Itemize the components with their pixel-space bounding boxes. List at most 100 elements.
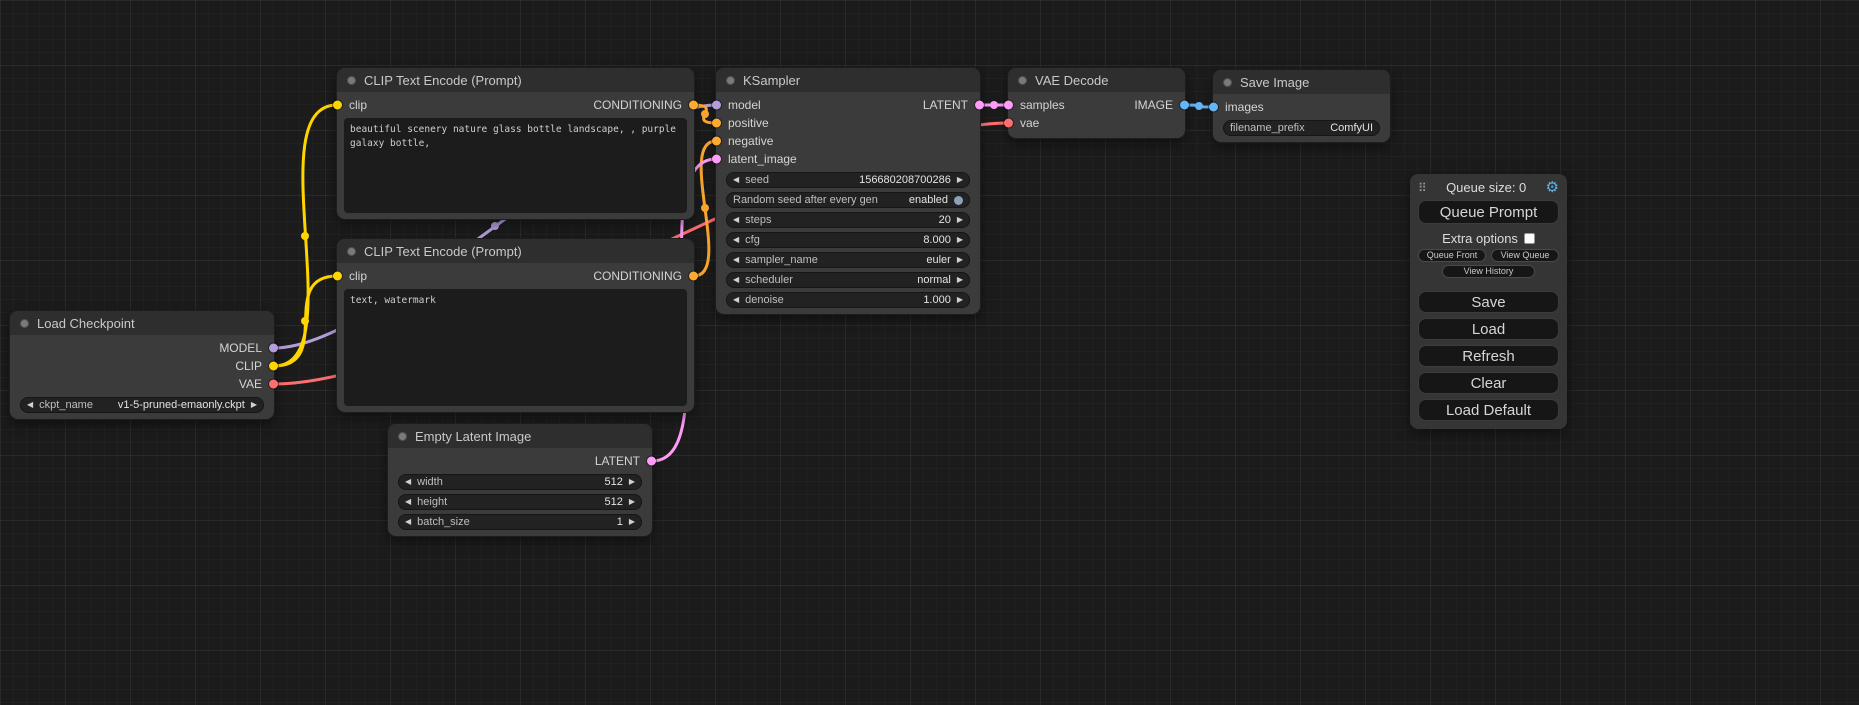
conditioning-output-dot[interactable] xyxy=(689,101,698,110)
widget-label: height xyxy=(417,496,447,508)
node-title-bar[interactable]: Load Checkpoint xyxy=(10,311,274,335)
load-button[interactable]: Load xyxy=(1418,318,1559,340)
node-title: Load Checkpoint xyxy=(37,316,135,331)
clear-button[interactable]: Clear xyxy=(1418,372,1559,394)
output-slot-label: LATENT xyxy=(923,98,968,112)
node-title-bar[interactable]: Empty Latent Image xyxy=(388,424,652,448)
node-title-bar[interactable]: VAE Decode xyxy=(1008,68,1185,92)
filename-prefix-widget[interactable]: filename_prefix ComfyUI xyxy=(1223,120,1380,136)
slot-row: samples IMAGE xyxy=(1008,96,1185,114)
extra-options-checkbox[interactable] xyxy=(1524,233,1535,244)
graph-canvas[interactable]: { "icons": { "combo_left": "◀", "combo_r… xyxy=(0,0,1859,705)
input-slot-label: negative xyxy=(728,134,773,148)
combo-left-arrow-icon[interactable]: ◀ xyxy=(733,256,739,264)
denoise-widget[interactable]: ◀ denoise 1.000 ▶ xyxy=(726,292,970,308)
clip-output-dot[interactable] xyxy=(269,362,278,371)
widget-label: scheduler xyxy=(745,274,793,286)
decrement-arrow-icon[interactable]: ◀ xyxy=(733,216,739,224)
model-input-dot[interactable] xyxy=(712,101,721,110)
combo-right-arrow-icon[interactable]: ▶ xyxy=(957,276,963,284)
decrement-arrow-icon[interactable]: ◀ xyxy=(733,236,739,244)
link-midpoint-dot xyxy=(701,110,709,118)
latent-output-dot[interactable] xyxy=(975,101,984,110)
node-clip-text-encode-negative[interactable]: CLIP Text Encode (Prompt) clip CONDITION… xyxy=(337,239,694,412)
load-default-button[interactable]: Load Default xyxy=(1418,399,1559,421)
view-history-button[interactable]: View History xyxy=(1442,265,1535,278)
increment-arrow-icon[interactable]: ▶ xyxy=(957,236,963,244)
latent-image-input-dot[interactable] xyxy=(712,155,721,164)
image-output-dot[interactable] xyxy=(1180,101,1189,110)
decrement-arrow-icon[interactable]: ◀ xyxy=(405,498,411,506)
positive-prompt-textarea[interactable]: beautiful scenery nature glass bottle la… xyxy=(344,118,687,213)
node-ksampler[interactable]: KSampler model LATENT positive negative … xyxy=(716,68,980,314)
batch-size-widget[interactable]: ◀ batch_size 1 ▶ xyxy=(398,514,642,530)
link-midpoint-dot xyxy=(1195,102,1203,110)
output-slot-label: CONDITIONING xyxy=(593,98,682,112)
increment-arrow-icon[interactable]: ▶ xyxy=(629,478,635,486)
node-save-image[interactable]: Save Image images filename_prefix ComfyU… xyxy=(1213,70,1390,142)
steps-widget[interactable]: ◀ steps 20 ▶ xyxy=(726,212,970,228)
widget-value: 1 xyxy=(617,516,623,528)
settings-gear-icon[interactable]: ⚙ xyxy=(1546,180,1559,195)
node-title-bar[interactable]: CLIP Text Encode (Prompt) xyxy=(337,239,694,263)
node-title-bar[interactable]: Save Image xyxy=(1213,70,1390,94)
view-queue-button[interactable]: View Queue xyxy=(1491,249,1559,262)
combo-left-arrow-icon[interactable]: ◀ xyxy=(27,401,33,409)
decrement-arrow-icon[interactable]: ◀ xyxy=(405,518,411,526)
input-slot-label: vae xyxy=(1020,116,1039,130)
increment-arrow-icon[interactable]: ▶ xyxy=(957,216,963,224)
node-vae-decode[interactable]: VAE Decode samples IMAGE vae xyxy=(1008,68,1185,138)
samples-input-dot[interactable] xyxy=(1004,101,1013,110)
vae-input-dot[interactable] xyxy=(1004,119,1013,128)
clip-input-dot[interactable] xyxy=(333,101,342,110)
node-clip-text-encode-positive[interactable]: CLIP Text Encode (Prompt) clip CONDITION… xyxy=(337,68,694,219)
output-slot-vae: VAE xyxy=(10,375,274,393)
seed-widget[interactable]: ◀ seed 156680208700286 ▶ xyxy=(726,172,970,188)
refresh-button[interactable]: Refresh xyxy=(1418,345,1559,367)
widget-value: 512 xyxy=(604,476,622,488)
combo-right-arrow-icon[interactable]: ▶ xyxy=(957,256,963,264)
clip-input-dot[interactable] xyxy=(333,272,342,281)
widget-value: enabled xyxy=(909,194,948,206)
width-widget[interactable]: ◀ width 512 ▶ xyxy=(398,474,642,490)
decrement-arrow-icon[interactable]: ◀ xyxy=(733,296,739,304)
input-slot-label: clip xyxy=(349,98,367,112)
link-clip-positive xyxy=(274,105,337,366)
positive-input-dot[interactable] xyxy=(712,119,721,128)
random-seed-toggle[interactable]: Random seed after every gen enabled xyxy=(726,192,970,208)
increment-arrow-icon[interactable]: ▶ xyxy=(629,498,635,506)
decrement-arrow-icon[interactable]: ◀ xyxy=(405,478,411,486)
vae-output-dot[interactable] xyxy=(269,380,278,389)
combo-left-arrow-icon[interactable]: ◀ xyxy=(733,276,739,284)
queue-front-button[interactable]: Queue Front xyxy=(1418,249,1486,262)
negative-prompt-textarea[interactable]: text, watermark xyxy=(344,289,687,406)
node-title-bar[interactable]: CLIP Text Encode (Prompt) xyxy=(337,68,694,92)
node-load-checkpoint[interactable]: Load Checkpoint MODEL CLIP VAE ◀ ckpt_na… xyxy=(10,311,274,419)
node-status-dot xyxy=(1223,78,1232,87)
increment-arrow-icon[interactable]: ▶ xyxy=(957,176,963,184)
negative-input-dot[interactable] xyxy=(712,137,721,146)
link-midpoint-dot xyxy=(701,204,709,212)
node-title-bar[interactable]: KSampler xyxy=(716,68,980,92)
node-status-dot xyxy=(347,76,356,85)
ckpt-name-widget[interactable]: ◀ ckpt_name v1-5-pruned-emaonly.ckpt ▶ xyxy=(20,397,264,413)
queue-prompt-button[interactable]: Queue Prompt xyxy=(1418,200,1559,224)
conditioning-output-dot[interactable] xyxy=(689,272,698,281)
latent-output-dot[interactable] xyxy=(647,457,656,466)
scheduler-widget[interactable]: ◀ scheduler normal ▶ xyxy=(726,272,970,288)
input-slot-label: latent_image xyxy=(728,152,797,166)
save-button[interactable]: Save xyxy=(1418,291,1559,313)
images-input-dot[interactable] xyxy=(1209,103,1218,112)
combo-right-arrow-icon[interactable]: ▶ xyxy=(251,401,257,409)
increment-arrow-icon[interactable]: ▶ xyxy=(629,518,635,526)
cfg-widget[interactable]: ◀ cfg 8.000 ▶ xyxy=(726,232,970,248)
sampler-name-widget[interactable]: ◀ sampler_name euler ▶ xyxy=(726,252,970,268)
increment-arrow-icon[interactable]: ▶ xyxy=(957,296,963,304)
drag-handle-icon[interactable]: ⠿ xyxy=(1418,181,1427,195)
decrement-arrow-icon[interactable]: ◀ xyxy=(733,176,739,184)
node-title: CLIP Text Encode (Prompt) xyxy=(364,244,522,259)
widget-label: batch_size xyxy=(417,516,470,528)
height-widget[interactable]: ◀ height 512 ▶ xyxy=(398,494,642,510)
node-empty-latent-image[interactable]: Empty Latent Image LATENT ◀ width 512 ▶ … xyxy=(388,424,652,536)
model-output-dot[interactable] xyxy=(269,344,278,353)
